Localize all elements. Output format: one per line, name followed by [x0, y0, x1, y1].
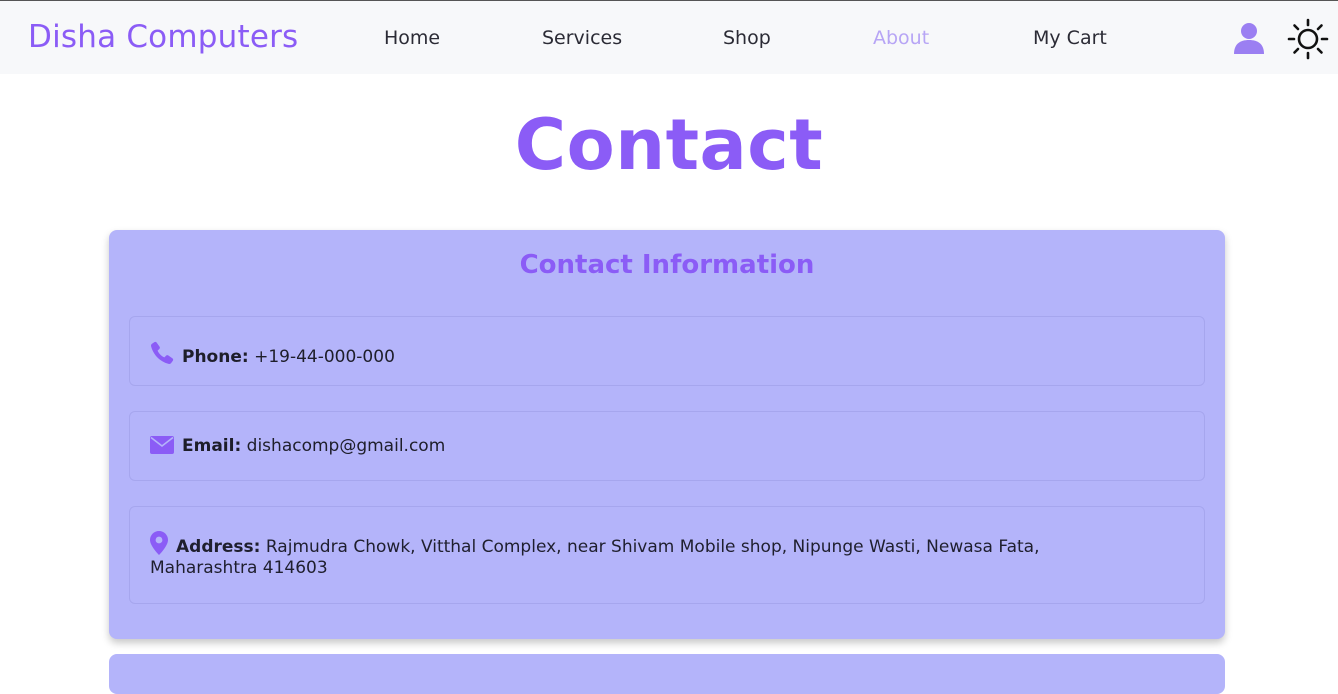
nav-my-cart[interactable]: My Cart: [1033, 27, 1107, 49]
envelope-icon: [150, 436, 174, 454]
email-row: Email: dishacomp@gmail.com: [129, 411, 1205, 481]
nav-shop[interactable]: Shop: [723, 27, 771, 49]
sun-icon[interactable]: [1287, 18, 1329, 60]
nav-services[interactable]: Services: [542, 27, 622, 49]
address-label: Address:: [176, 537, 261, 557]
map-pin-icon: [150, 531, 168, 555]
contact-info-card: Contact Information Phone: +19-44-000-00…: [109, 230, 1225, 639]
contact-info-title: Contact Information: [519, 250, 815, 280]
phone-label: Phone:: [182, 347, 249, 367]
address-line-2: Maharashtra 414603: [150, 558, 328, 578]
phone-value[interactable]: +19-44-000-000: [254, 347, 395, 367]
next-card: [109, 654, 1225, 694]
page-title: Contact: [514, 104, 824, 186]
address-line-1: Rajmudra Chowk, Vitthal Complex, near Sh…: [265, 537, 1040, 557]
phone-icon: [151, 341, 174, 364]
user-icon[interactable]: [1232, 21, 1266, 55]
brand-logo[interactable]: Disha Computers: [28, 19, 298, 55]
email-label: Email:: [182, 436, 242, 456]
phone-row: Phone: +19-44-000-000: [129, 316, 1205, 386]
nav-home[interactable]: Home: [384, 27, 440, 49]
navbar: Disha Computers Home Services Shop About…: [0, 0, 1338, 74]
email-value[interactable]: dishacomp@gmail.com: [247, 436, 446, 456]
address-row: Address: Rajmudra Chowk, Vitthal Complex…: [129, 506, 1205, 604]
nav-about[interactable]: About: [873, 27, 929, 49]
